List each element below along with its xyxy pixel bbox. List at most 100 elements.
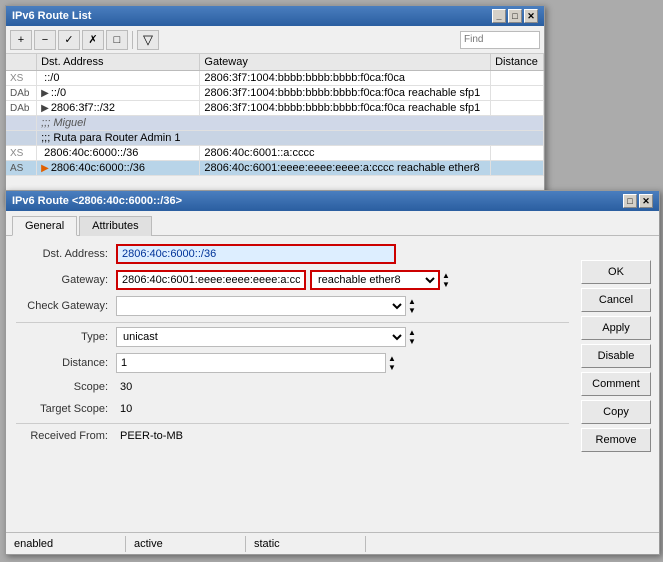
gateway-row: Gateway: reachable ether8 ▲ ▼ <box>16 270 569 290</box>
cancel-button[interactable]: Cancel <box>581 288 651 312</box>
row-flag <box>6 131 37 146</box>
table-row[interactable]: XS 2806:40c:6000::/36 2806:40c:6001::a:c… <box>6 146 544 161</box>
type-scroll-down[interactable]: ▼ <box>408 337 416 346</box>
comment-button[interactable]: Comment <box>581 372 651 396</box>
distance-label: Distance: <box>16 357 116 369</box>
maximize-button[interactable]: □ <box>508 9 522 23</box>
row-gateway: 2806:3f7:1004:bbbb:bbbb:bbbb:f0ca:f0ca r… <box>200 86 491 101</box>
gateway-label: Gateway: <box>16 274 116 286</box>
gateway-input[interactable] <box>116 270 306 290</box>
row-distance <box>491 146 544 161</box>
dst-address-input[interactable] <box>116 244 396 264</box>
toolbar-separator <box>132 31 133 49</box>
form-divider2 <box>16 423 569 424</box>
table-row[interactable]: DAb ▶::/0 2806:3f7:1004:bbbb:bbbb:bbbb:f… <box>6 86 544 101</box>
table-row-section[interactable]: ;;; Miguel <box>6 116 544 131</box>
table-row-header[interactable]: ;;; Ruta para Router Admin 1 <box>6 131 544 146</box>
distance-scroll-up[interactable]: ▲ <box>388 354 396 363</box>
distance-scroll-down[interactable]: ▼ <box>388 363 396 372</box>
col-flags[interactable] <box>6 54 37 71</box>
check-gw-scroll-down[interactable]: ▼ <box>408 306 416 315</box>
row-dst: ▶2806:3f7::/32 <box>37 101 200 116</box>
type-row: Type: unicast ▲ ▼ <box>16 327 569 347</box>
remove-button[interactable]: Remove <box>581 428 651 452</box>
row-distance <box>491 101 544 116</box>
minimize-button[interactable]: _ <box>492 9 506 23</box>
gateway-scroll-up[interactable]: ▲ <box>442 271 450 280</box>
add-route-button[interactable]: + <box>10 30 32 50</box>
route-list-toolbar: + − ✓ ✗ □ ▽ <box>6 26 544 54</box>
row-distance <box>491 161 544 176</box>
tab-general[interactable]: General <box>12 216 77 236</box>
route-table: Dst. Address Gateway Distance XS ::/0 28… <box>6 54 544 176</box>
scope-label: Scope: <box>16 381 116 393</box>
dst-address-row: Dst. Address: <box>16 244 569 264</box>
route-table-container[interactable]: Dst. Address Gateway Distance XS ::/0 28… <box>6 54 544 202</box>
enable-route-button[interactable]: ✓ <box>58 30 80 50</box>
table-row[interactable]: DAb ▶2806:3f7::/32 2806:3f7:1004:bbbb:bb… <box>6 101 544 116</box>
type-select[interactable]: unicast <box>116 327 406 347</box>
col-distance[interactable]: Distance <box>491 54 544 71</box>
copy-button[interactable]: Copy <box>581 400 651 424</box>
route-list-window: IPv6 Route List _ □ ✕ + − ✓ ✗ □ ▽ Dst. A… <box>5 5 545 205</box>
route-list-titlebar: IPv6 Route List _ □ ✕ <box>6 6 544 26</box>
route-list-window-controls: _ □ ✕ <box>492 9 538 23</box>
target-scope-label: Target Scope: <box>16 403 116 415</box>
route-detail-window: IPv6 Route <2806:40c:6000::/36> □ ✕ Gene… <box>5 190 660 555</box>
type-label: Type: <box>16 331 116 343</box>
row-flag: DAb <box>6 101 37 116</box>
distance-row: Distance: ▲ ▼ <box>16 353 569 373</box>
disable-button[interactable]: Disable <box>581 344 651 368</box>
row-gateway: 2806:40c:6001:eeee:eeee:eeee:a:cccc reac… <box>200 161 491 176</box>
detail-window-controls: □ ✕ <box>623 194 653 208</box>
row-flag: AS <box>6 161 37 176</box>
target-scope-row: Target Scope: 10 <box>16 401 569 417</box>
row-flag: XS <box>6 146 37 161</box>
received-from-row: Received From: PEER-to-MB <box>16 428 569 444</box>
route-form: Dst. Address: Gateway: reachable ether8 … <box>6 236 659 529</box>
row-distance <box>491 86 544 101</box>
row-dst: ▶2806:40c:6000::/36 <box>37 161 200 176</box>
copy-route-button[interactable]: □ <box>106 30 128 50</box>
received-from-label: Received From: <box>16 430 116 442</box>
ok-button[interactable]: OK <box>581 260 651 284</box>
detail-maximize-button[interactable]: □ <box>623 194 637 208</box>
type-scroll-up[interactable]: ▲ <box>408 328 416 337</box>
gateway-scroll-down[interactable]: ▼ <box>442 280 450 289</box>
close-button[interactable]: ✕ <box>524 9 538 23</box>
row-distance <box>491 71 544 86</box>
row-flag: DAb <box>6 86 37 101</box>
filter-button[interactable]: ▽ <box>137 30 159 50</box>
remove-route-button[interactable]: − <box>34 30 56 50</box>
scope-row: Scope: 30 <box>16 379 569 395</box>
tab-attributes[interactable]: Attributes <box>79 216 151 236</box>
table-row[interactable]: XS ::/0 2806:3f7:1004:bbbb:bbbb:bbbb:f0c… <box>6 71 544 86</box>
col-gateway[interactable]: Gateway <box>200 54 491 71</box>
received-from-value: PEER-to-MB <box>116 428 187 444</box>
detail-close-button[interactable]: ✕ <box>639 194 653 208</box>
apply-button[interactable]: Apply <box>581 316 651 340</box>
status-bar: enabled active static <box>6 532 659 554</box>
row-dst: ▶::/0 <box>37 86 200 101</box>
check-gw-scroll-up[interactable]: ▲ <box>408 297 416 306</box>
check-gateway-select[interactable] <box>116 296 406 316</box>
route-list-title: IPv6 Route List <box>12 10 91 22</box>
find-input[interactable] <box>460 31 540 49</box>
action-buttons: OK Cancel Apply Disable Comment Copy Rem… <box>581 260 651 452</box>
distance-input[interactable] <box>116 353 386 373</box>
gateway-reachable-select[interactable]: reachable ether8 <box>310 270 440 290</box>
target-scope-value: 10 <box>116 401 136 417</box>
disable-route-button[interactable]: ✗ <box>82 30 104 50</box>
row-gateway: 2806:3f7:1004:bbbb:bbbb:bbbb:f0ca:f0ca <box>200 71 491 86</box>
form-divider <box>16 322 569 323</box>
dst-address-label: Dst. Address: <box>16 248 116 260</box>
tab-bar: General Attributes <box>6 211 659 236</box>
table-row-selected[interactable]: AS ▶2806:40c:6000::/36 2806:40c:6001:eee… <box>6 161 544 176</box>
col-dst[interactable]: Dst. Address <box>37 54 200 71</box>
check-gateway-row: Check Gateway: ▲ ▼ <box>16 296 569 316</box>
row-dst: 2806:40c:6000::/36 <box>37 146 200 161</box>
row-flag: XS <box>6 71 37 86</box>
row-flag <box>6 116 37 131</box>
row-dst: ::/0 <box>37 71 200 86</box>
route-detail-titlebar: IPv6 Route <2806:40c:6000::/36> □ ✕ <box>6 191 659 211</box>
